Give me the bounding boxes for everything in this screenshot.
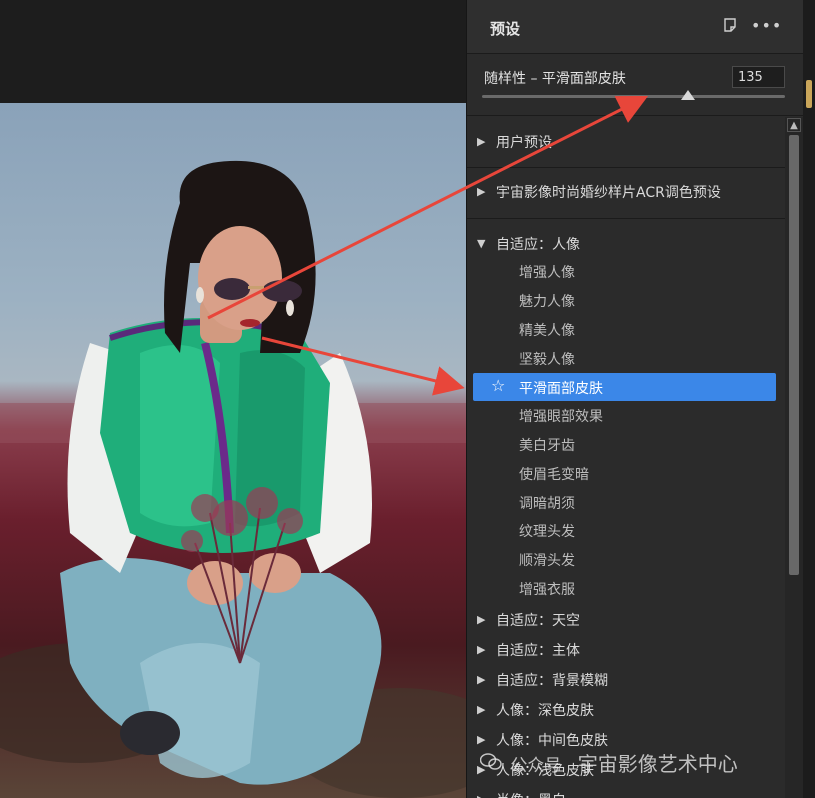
group-portrait-dark-skin[interactable]: ▶ 人像：深色皮肤 [467,695,785,725]
amount-value-input[interactable] [732,66,785,88]
watermark-small-text: 公众号 [510,756,562,776]
group-portrait-bw[interactable]: ▶ 肖像：黑白 [467,785,785,798]
group-label: 宇宙影像时尚婚纱样片ACR调色预设 [496,185,721,201]
group-label: 自适应：天空 [496,613,580,629]
divider [467,218,785,219]
group-label: 人像：中间色皮肤 [496,733,608,749]
collapsed-triangle-icon: ▶ [477,135,486,148]
expanded-triangle-icon: ▼ [477,237,486,250]
group-adaptive-portrait[interactable]: ▼ 自适应：人像 [467,229,785,259]
new-preset-icon[interactable] [721,17,739,35]
group-adaptive-sky[interactable]: ▶ 自适应：天空 [467,605,785,635]
group-label: 自适应：主体 [496,643,580,659]
amount-row: 随样性 – 平滑面部皮肤 [467,54,803,116]
group-label: 人像：深色皮肤 [496,703,594,719]
photo-illustration [0,160,466,798]
preset-item[interactable]: 美白牙齿 [473,430,776,458]
star-icon[interactable]: ☆ [491,376,505,395]
collapsed-triangle-icon: ▶ [477,185,486,198]
portrait-photo [0,103,466,798]
collapsed-triangle-icon: ▶ [477,643,486,656]
preset-item[interactable]: 坚毅人像 [473,344,776,372]
group-user-presets[interactable]: ▶ 用户预设 [467,127,785,157]
preset-item[interactable]: 精美人像 [473,315,776,343]
group-label: 自适应：人像 [496,237,580,253]
preset-item[interactable]: 增强人像 [473,257,776,285]
more-icon[interactable]: ••• [751,17,781,35]
preset-scrollbar[interactable]: ▲ [785,117,803,798]
preset-item-selected[interactable]: ☆ 平滑面部皮肤 [473,373,776,401]
group-adaptive-subject[interactable]: ▶ 自适应：主体 [467,635,785,665]
preset-item[interactable]: 增强眼部效果 [473,401,776,429]
group-adaptive-bg-blur[interactable]: ▶ 自适应：背景模糊 [467,665,785,695]
collapsed-triangle-icon: ▶ [477,733,486,746]
wechat-icon [479,753,504,776]
group-label: 用户预设 [496,135,552,151]
divider [467,167,785,168]
panel-header: 预设 ••• [467,0,815,54]
preset-item[interactable]: 使眉毛变暗 [473,459,776,487]
preset-item[interactable]: 增强衣服 [473,574,776,602]
preset-item[interactable]: 纹理头发 [473,516,776,544]
watermark: 公众号 宇宙影像艺术中心 [479,748,738,782]
panel-title: 预设 [490,20,521,38]
collapsed-triangle-icon: ▶ [477,793,485,798]
preset-item[interactable]: 顺滑头发 [473,545,776,573]
group-acr-wedding-presets[interactable]: ▶ 宇宙影像时尚婚纱样片ACR调色预设 [467,177,785,207]
scroll-thumb[interactable] [789,135,799,575]
group-label: 肖像：黑白 [496,790,566,798]
preset-item[interactable]: 魅力人像 [473,286,776,314]
collapsed-triangle-icon: ▶ [477,613,486,626]
collapsed-triangle-icon: ▶ [477,673,486,686]
amount-slider-thumb[interactable] [681,90,696,100]
amount-slider-track[interactable] [482,95,785,98]
preset-item[interactable]: 调暗胡须 [473,488,776,516]
panel-tab-handle[interactable] [806,80,812,108]
group-label: 自适应：背景模糊 [496,673,608,689]
amount-label: 随样性 – 平滑面部皮肤 [484,71,626,87]
preset-list: ▲ ▶ 用户预设 ▶ 宇宙影像时尚婚纱样片ACR调色预设 ▼ 自适应：人像 增强… [467,117,803,798]
scroll-up-icon[interactable]: ▲ [787,118,801,132]
photo-canvas[interactable] [0,0,466,798]
watermark-main-text: 宇宙影像艺术中心 [577,752,738,776]
right-edge-strip [803,0,815,798]
collapsed-triangle-icon: ▶ [477,703,486,716]
presets-panel: 预设 ••• 随样性 – 平滑面部皮肤 ▲ ▶ 用户预设 ▶ 宇宙影像时尚婚纱样… [466,0,815,798]
